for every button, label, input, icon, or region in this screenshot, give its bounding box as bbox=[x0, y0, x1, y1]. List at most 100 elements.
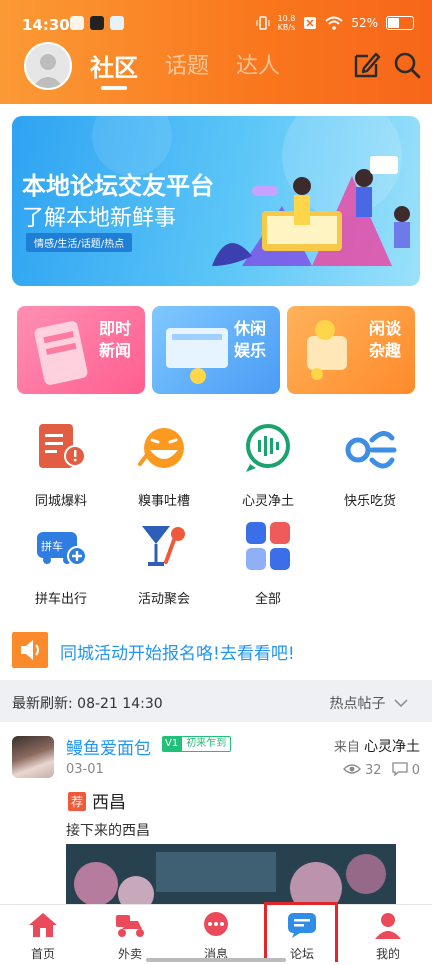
vibrate-icon bbox=[256, 16, 270, 30]
notification-icons bbox=[70, 16, 124, 30]
speaker-icon bbox=[12, 632, 48, 668]
post-date: 03-01 bbox=[66, 762, 104, 777]
net-speed-value: 10.8 bbox=[277, 14, 296, 23]
delivery-icon bbox=[116, 915, 144, 937]
refresh-info: 最新刷新: 08-21 14:30 bbox=[12, 693, 163, 713]
feature-label-news: 即时 新闻 bbox=[95, 318, 135, 362]
message-icon bbox=[204, 912, 228, 936]
post-title[interactable]: 西昌 bbox=[92, 788, 126, 813]
views-stat: 32 bbox=[342, 762, 382, 778]
food-icon bbox=[345, 431, 397, 469]
feature-entertainment-line1: 休闲 bbox=[233, 319, 266, 338]
views-count: 32 bbox=[365, 762, 382, 778]
all-grid-icon bbox=[246, 522, 290, 570]
tiktok-notification-icon bbox=[90, 16, 104, 30]
banner-title: 本地论坛交友平台 bbox=[22, 172, 214, 200]
category-label: 糗事吐槽 bbox=[137, 494, 190, 509]
sim-x-icon bbox=[304, 17, 317, 29]
category-all[interactable]: 全部 bbox=[218, 518, 318, 607]
category-funny-rants[interactable]: 糗事吐槽 bbox=[114, 420, 214, 509]
comments-stat: 0 bbox=[391, 762, 420, 778]
search-icon[interactable] bbox=[392, 50, 422, 80]
user-level-badge: V1 初来乍到 bbox=[162, 736, 232, 752]
post-body[interactable]: 接下来的西昌 bbox=[66, 820, 150, 840]
status-bar: 14:30 10.8 KB/s 52% bbox=[0, 0, 432, 36]
notice-bar[interactable]: 同城活动开始报名咯!去看看吧! bbox=[12, 632, 420, 668]
feature-chat-line1: 闲谈 bbox=[368, 319, 401, 338]
category-label: 活动聚会 bbox=[137, 592, 190, 607]
nav-profile[interactable]: 我的 bbox=[358, 911, 418, 962]
home-icon bbox=[29, 913, 57, 937]
feature-card-chat[interactable]: 闲谈 杂趣 bbox=[287, 306, 415, 394]
nav-label: 首页 bbox=[30, 947, 55, 961]
tab-experts[interactable]: 达人 bbox=[236, 48, 280, 80]
nav-messages[interactable]: 消息 bbox=[186, 911, 246, 962]
feed-header: 最新刷新: 08-21 14:30 热点帖子 bbox=[0, 680, 432, 722]
feature-card-news[interactable]: 即时 新闻 bbox=[17, 306, 145, 394]
eye-icon bbox=[342, 763, 361, 774]
wifi-icon bbox=[325, 16, 343, 30]
source-board: 心灵净土 bbox=[364, 739, 420, 755]
post-card[interactable]: 鳗鱼爱面包 V1 初来乍到 来自 心灵净土 03-01 32 0 荐 西昌 接下… bbox=[0, 722, 432, 904]
tab-community[interactable]: 社区 bbox=[90, 48, 138, 83]
category-label: 全部 bbox=[254, 592, 281, 607]
category-city-report[interactable]: 同城爆料 bbox=[11, 420, 111, 509]
status-right: 10.8 KB/s 52% bbox=[256, 14, 414, 32]
sort-dropdown[interactable]: 热点帖子 bbox=[330, 693, 408, 713]
status-time: 14:30 bbox=[22, 16, 70, 34]
feature-label-entertainment: 休闲 娱乐 bbox=[230, 318, 270, 362]
tab-topics[interactable]: 话题 bbox=[165, 48, 209, 80]
feature-chat-line2: 杂趣 bbox=[368, 341, 401, 360]
post-username[interactable]: 鳗鱼爱面包 bbox=[66, 734, 151, 759]
notification-app-icon bbox=[70, 16, 84, 30]
notice-text: 同城活动开始报名咯!去看看吧! bbox=[60, 644, 295, 664]
nav-delivery[interactable]: 外卖 bbox=[100, 911, 160, 962]
profile-icon bbox=[375, 913, 401, 939]
banner-subtitle: 了解本地新鲜事 bbox=[22, 206, 177, 231]
chevron-down-icon bbox=[394, 699, 408, 708]
category-label: 同城爆料 bbox=[34, 494, 87, 509]
category-label: 快乐吃货 bbox=[343, 494, 396, 509]
feature-news-line1: 即时 bbox=[98, 319, 131, 338]
carpool-badge-text: 拼车 bbox=[41, 539, 63, 553]
feature-entertainment-line2: 娱乐 bbox=[233, 341, 266, 360]
feature-news-line2: 新闻 bbox=[98, 341, 131, 360]
post-source[interactable]: 来自 心灵净土 bbox=[334, 736, 420, 756]
category-party[interactable]: 活动聚会 bbox=[114, 518, 214, 607]
level-name: 初来乍到 bbox=[181, 736, 232, 752]
tab-indicator bbox=[101, 86, 127, 90]
sort-label: 热点帖子 bbox=[329, 696, 386, 712]
category-label: 拼车出行 bbox=[34, 592, 87, 607]
category-soul-land[interactable]: 心灵净土 bbox=[218, 420, 318, 509]
app-header: 14:30 10.8 KB/s 52% 社区 话题 达人 bbox=[0, 0, 432, 104]
refresh-label: 最新刷新: bbox=[12, 696, 73, 712]
app-notification-icon bbox=[110, 16, 124, 30]
category-foodie[interactable]: 快乐吃货 bbox=[320, 420, 420, 509]
avatar[interactable] bbox=[24, 42, 72, 90]
feature-card-entertainment[interactable]: 休闲 娱乐 bbox=[152, 306, 280, 394]
category-carpool[interactable]: 拼车 拼车出行 bbox=[11, 518, 111, 607]
comment-icon bbox=[391, 762, 408, 777]
post-image[interactable] bbox=[66, 844, 396, 904]
post-avatar[interactable] bbox=[12, 736, 54, 778]
net-speed-unit: KB/s bbox=[277, 23, 296, 32]
nav-home[interactable]: 首页 bbox=[13, 911, 73, 962]
edit-icon[interactable] bbox=[352, 50, 382, 80]
forum-tab-highlight bbox=[264, 902, 338, 962]
refresh-time: 08-21 14:30 bbox=[77, 696, 163, 712]
home-indicator bbox=[146, 958, 286, 962]
post-photo bbox=[66, 844, 396, 904]
net-speed: 10.8 KB/s bbox=[278, 14, 296, 32]
battery-level bbox=[388, 18, 399, 28]
category-label: 心灵净土 bbox=[241, 494, 294, 509]
carpool-icon: 拼车 bbox=[37, 532, 87, 566]
laugh-icon bbox=[138, 428, 184, 468]
level-code: V1 bbox=[162, 736, 182, 752]
report-icon bbox=[39, 424, 86, 468]
feature-label-chat: 闲谈 杂趣 bbox=[365, 318, 405, 362]
party-icon bbox=[142, 526, 185, 566]
banner-tags: 情感/生活/话题/热点 bbox=[26, 233, 133, 252]
post-stats: 32 0 bbox=[342, 762, 420, 778]
promo-banner[interactable]: 本地论坛交友平台 了解本地新鲜事 情感/生活/话题/热点 bbox=[12, 116, 420, 286]
bottom-nav: 首页 外卖 消息 论坛 我的 bbox=[0, 904, 432, 965]
